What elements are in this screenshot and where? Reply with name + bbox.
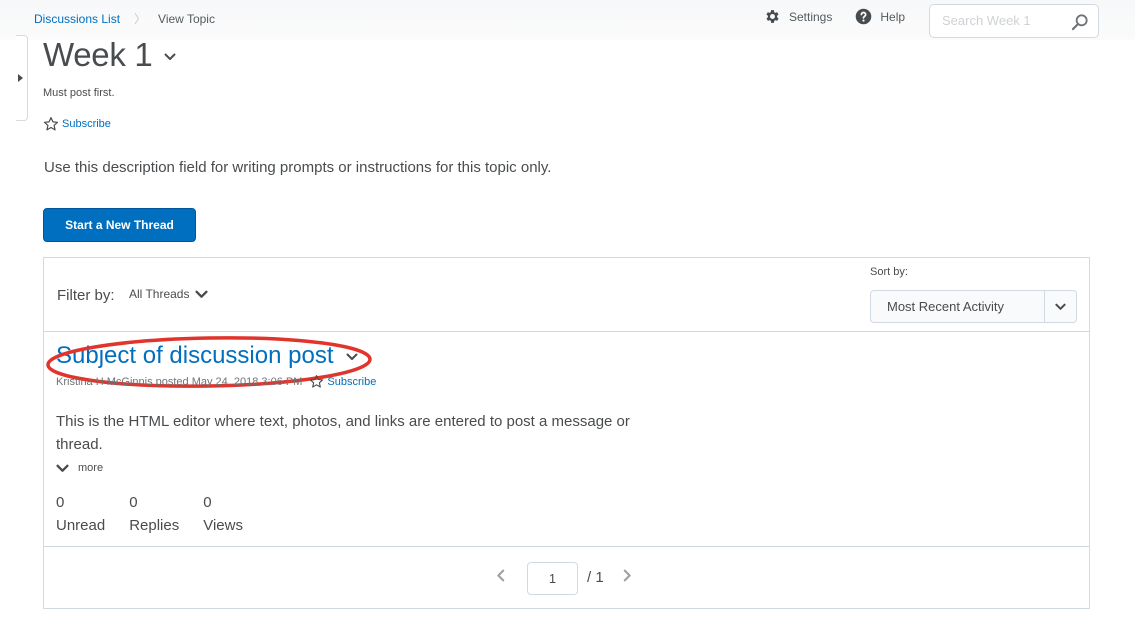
stat-views-label: Views [203, 517, 243, 534]
page-number-input[interactable] [527, 562, 578, 595]
stat-replies: 0 Replies [129, 494, 179, 534]
star-icon [310, 375, 324, 388]
search-button[interactable] [1070, 12, 1090, 37]
settings-label: Settings [789, 9, 833, 24]
show-more-button[interactable]: more [56, 462, 103, 474]
search-box [929, 4, 1099, 38]
subscribe-thread-button[interactable]: Subscribe [309, 374, 376, 389]
chevron-down-icon [195, 290, 209, 298]
chevron-down-icon [346, 353, 357, 360]
topic-note: Must post first. [43, 87, 115, 99]
thread-panel: Filter by: All Threads Sort by: Most Rec… [43, 257, 1090, 609]
stat-unread-value: 0 [56, 494, 65, 511]
filter-dropdown[interactable]: All Threads [129, 287, 209, 301]
thread-author-date: Kristina H McGinnis posted May 24, 2018 … [56, 375, 303, 388]
help-icon [856, 8, 872, 25]
chevron-down-icon [56, 464, 69, 472]
chevron-left-icon [497, 569, 505, 582]
chevron-down-icon [1055, 303, 1066, 310]
subscribe-label: Subscribe [62, 118, 111, 130]
previous-page-button[interactable] [496, 569, 505, 587]
thread-list-item: Subject of discussion post Kristina H Mc… [44, 332, 1089, 547]
stat-replies-label: Replies [129, 517, 180, 534]
search-icon [1071, 14, 1088, 31]
sort-label: Sort by: [870, 266, 908, 278]
thread-body: This is the HTML editor where text, phot… [56, 413, 630, 452]
thread-stats: 0 Unread 0 Replies 0 Views [56, 494, 267, 534]
thread-title-link[interactable]: Subject of discussion post [56, 342, 334, 370]
settings-button[interactable]: Settings [764, 8, 832, 25]
stat-views-value: 0 [203, 494, 212, 511]
thread-meta: Kristina H McGinnis posted May 24, 2018 … [56, 374, 376, 389]
subscribe-thread-label: Subscribe [327, 375, 377, 388]
stat-replies-value: 0 [129, 494, 138, 511]
page-total: / 1 [587, 569, 604, 586]
thread-title-row: Subject of discussion post [46, 336, 372, 388]
subscribe-topic-button[interactable]: Subscribe [43, 116, 111, 132]
chevron-down-icon [164, 53, 176, 60]
star-icon [43, 117, 59, 131]
expand-arrow-icon [18, 74, 23, 82]
search-input[interactable] [942, 13, 1062, 28]
chevron-right-icon [623, 569, 631, 582]
filter-label: Filter by: [57, 287, 115, 304]
breadcrumb: Discussions List 〉 View Topic [34, 10, 215, 27]
more-label: more [78, 462, 104, 474]
filter-row: Filter by: All Threads Sort by: Most Rec… [44, 258, 1089, 332]
breadcrumb-view-topic: View Topic [158, 11, 215, 26]
help-button[interactable]: Help [855, 8, 905, 25]
topic-description: Use this description field for writing p… [44, 159, 552, 176]
breadcrumb-discussions-list[interactable]: Discussions List [34, 12, 120, 26]
top-bar: Discussions List 〉 View Topic Settings H… [0, 0, 1135, 40]
pagination: / 1 [44, 547, 1089, 609]
nav-right: Settings Help [764, 8, 928, 25]
next-page-button[interactable] [623, 569, 632, 587]
stat-unread-label: Unread [56, 517, 106, 534]
side-panel-toggle[interactable] [16, 35, 28, 121]
start-new-thread-button[interactable]: Start a New Thread [43, 208, 196, 242]
topic-actions-menu[interactable] [164, 48, 176, 66]
sort-value: Most Recent Activity [887, 299, 1005, 314]
stat-unread: 0 Unread [56, 494, 105, 534]
thread-actions-menu[interactable] [346, 348, 358, 366]
breadcrumb-separator-icon: 〉 [134, 12, 147, 26]
filter-value: All Threads [129, 287, 190, 301]
stat-views: 0 Views [203, 494, 243, 534]
sort-dropdown-arrow [1044, 291, 1076, 322]
gear-icon [766, 10, 779, 23]
page-title: Week 1 [43, 36, 153, 73]
help-label: Help [880, 9, 906, 24]
sort-dropdown[interactable]: Most Recent Activity [870, 290, 1077, 323]
topic-title-row: Week 1 [43, 36, 176, 74]
